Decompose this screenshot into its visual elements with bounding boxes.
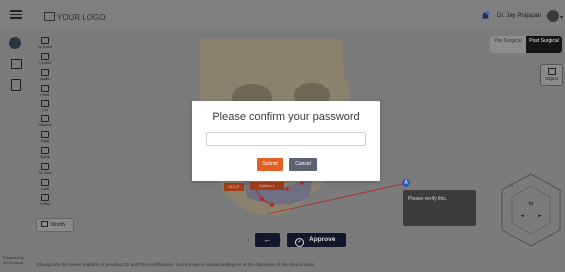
tool-x-ray[interactable]: X-Ray (32, 194, 58, 206)
load-icon (41, 179, 49, 186)
left-rail (0, 29, 29, 261)
back-button[interactable]: ← (255, 233, 280, 247)
edit-icon (41, 221, 48, 227)
isolate-icon (41, 69, 49, 76)
pre-surgical-tab[interactable]: Pre Surgical (490, 36, 526, 53)
pen-icon (41, 147, 49, 154)
tool-spline[interactable]: Spline (32, 147, 58, 159)
home-3d-icon (41, 37, 49, 44)
tool-3d-view[interactable]: 3D View (32, 163, 58, 175)
document-icon[interactable] (11, 79, 21, 91)
confirm-password-dialog: Please confirm your password Submit Canc… (192, 101, 380, 181)
object-icon (547, 68, 556, 75)
cutline-label: Cutline 1 (250, 182, 284, 190)
disclaimer-text: 3dsurgical's 3d Viewer platform is pendi… (36, 262, 316, 267)
annotation-badge[interactable]: A (402, 179, 410, 187)
tool-control[interactable]: Control (32, 53, 58, 65)
tool-cut[interactable]: Cut (32, 100, 58, 112)
tool-angle[interactable]: Angle (32, 131, 58, 143)
cancel-button[interactable]: Cancel (289, 158, 317, 171)
navigation-cube[interactable]: ⇆ ◄ ► (500, 172, 562, 248)
check-icon: ✓ (295, 238, 304, 247)
scissors-icon (41, 100, 49, 107)
annotation-note[interactable]: Please verify this. (403, 190, 476, 226)
app-logo: YOUR LOGO (44, 12, 105, 22)
approve-button[interactable]: ✓ Approve (287, 233, 346, 247)
dialog-title: Please confirm your password (212, 111, 360, 123)
tool-3d-home[interactable]: 3d Home (32, 37, 58, 49)
angle-label: 112.3° (224, 183, 244, 191)
copy-icon[interactable] (11, 59, 22, 69)
angle-icon (41, 131, 49, 138)
password-field[interactable] (206, 132, 366, 146)
tool-plane[interactable]: Plane (32, 85, 58, 97)
logo-icon (44, 12, 55, 21)
menu-icon[interactable] (10, 10, 22, 19)
tool-distance[interactable]: Distance (32, 115, 58, 127)
plane-icon (41, 85, 49, 92)
tool-isolate[interactable]: Isolate (32, 69, 58, 81)
user-name[interactable]: Dr. Jay Prajapati (497, 13, 541, 19)
ruler-icon (41, 115, 49, 122)
powered-by: Powered by 3d Surgical (3, 255, 25, 265)
rotate-icon (41, 53, 49, 60)
svg-text:►: ► (538, 213, 542, 219)
viewer-icon[interactable] (9, 37, 21, 49)
x-ray-icon (41, 194, 49, 201)
avatar[interactable] (547, 10, 559, 22)
submit-button[interactable]: Submit (257, 158, 283, 171)
notification-bell-icon[interactable] (481, 11, 490, 21)
monitor-icon (41, 163, 49, 170)
svg-text:⇆: ⇆ (528, 200, 533, 207)
chevron-down-icon[interactable]: ▾ (560, 14, 563, 21)
object-button[interactable]: Object (540, 64, 563, 86)
modify-button[interactable]: Modify (36, 218, 74, 232)
post-surgical-tab[interactable]: Post Surgical (526, 36, 562, 53)
annotation-connector (266, 182, 408, 215)
tool-load[interactable]: Load (32, 179, 58, 191)
surgical-view-toggle[interactable]: Pre Surgical Post Surgical (490, 36, 562, 53)
svg-text:◄: ◄ (520, 213, 524, 219)
